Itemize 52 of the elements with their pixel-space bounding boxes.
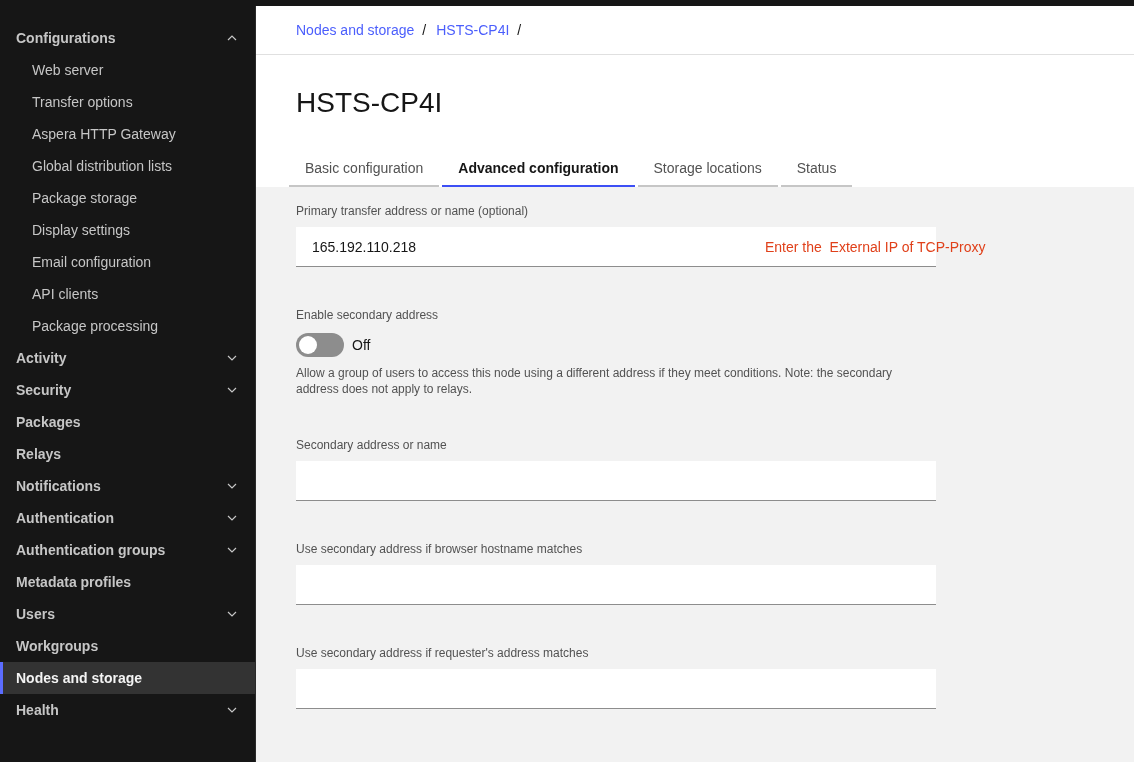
annotation-text: Enter the External IP of TCP-Proxy: [765, 227, 986, 267]
nav-subitem[interactable]: Email configuration: [0, 246, 255, 278]
nav-subitem[interactable]: Package storage: [0, 182, 255, 214]
nav-item[interactable]: Packages: [0, 406, 255, 438]
nav-item[interactable]: Configurations: [0, 22, 255, 54]
text-field[interactable]: [296, 565, 936, 605]
nav-subitem[interactable]: Web server: [0, 54, 255, 86]
nav-item[interactable]: Activity: [0, 342, 255, 374]
page-title: HSTS-CP4I: [296, 86, 444, 120]
chevron-icon: [227, 515, 237, 521]
nav-subitem[interactable]: Package processing: [0, 310, 255, 342]
chevron-icon: [227, 387, 237, 393]
tab[interactable]: Basic configuration: [289, 151, 440, 187]
nav-item[interactable]: Authentication groups: [0, 534, 255, 566]
nav-item[interactable]: Notifications: [0, 470, 255, 502]
toggle-state: Off: [352, 337, 371, 353]
tab[interactable]: Status: [780, 151, 853, 187]
toggle-label: Enable secondary address: [296, 307, 440, 323]
chevron-icon: [227, 707, 237, 713]
chevron-icon: [227, 355, 237, 361]
field-label: Use secondary address if browser hostname matches: [296, 541, 584, 557]
breadcrumb-separator: /: [422, 22, 427, 38]
text-field[interactable]: [296, 461, 936, 501]
nav-item[interactable]: Security: [0, 374, 255, 406]
nav-subitem[interactable]: API clients: [0, 278, 255, 310]
field-label: Secondary address or name: [296, 437, 448, 453]
nav-item[interactable]: Authentication: [0, 502, 255, 534]
tab[interactable]: Storage locations: [637, 151, 778, 187]
text-field[interactable]: 165.192.110.218: [296, 227, 765, 267]
chevron-icon: [227, 483, 237, 489]
nav-item[interactable]: Relays: [0, 438, 255, 470]
nav-item[interactable]: Workgroups: [0, 630, 255, 662]
toggle-switch[interactable]: [296, 333, 344, 357]
chevron-icon: [227, 35, 237, 41]
nav-item[interactable]: Nodes and storage: [0, 662, 255, 694]
breadcrumb-link[interactable]: Nodes and storage: [296, 22, 415, 38]
nav-subitem[interactable]: Aspera HTTP Gateway: [0, 118, 255, 150]
nav-subitem[interactable]: Display settings: [0, 214, 255, 246]
chevron-icon: [227, 547, 237, 553]
tab[interactable]: Advanced configuration: [442, 151, 635, 187]
breadcrumb-separator: /: [517, 22, 522, 38]
chevron-icon: [227, 611, 237, 617]
nav-item[interactable]: Health: [0, 694, 255, 726]
help-text: Allow a group of users to access this node using a different address if they meet conditions. Note: the secondary address does not apply to relays.: [296, 365, 894, 397]
nav-subitem[interactable]: Global distribution lists: [0, 150, 255, 182]
field-label: Use secondary address if requester's address matches: [296, 645, 590, 661]
field-label: Primary transfer address or name (optional): [296, 203, 530, 219]
nav-item[interactable]: Metadata profiles: [0, 566, 255, 598]
nav-item[interactable]: Users: [0, 598, 255, 630]
nav-subitem[interactable]: Transfer options: [0, 86, 255, 118]
text-field[interactable]: [296, 669, 936, 709]
breadcrumb-link[interactable]: HSTS-CP4I: [436, 22, 510, 38]
